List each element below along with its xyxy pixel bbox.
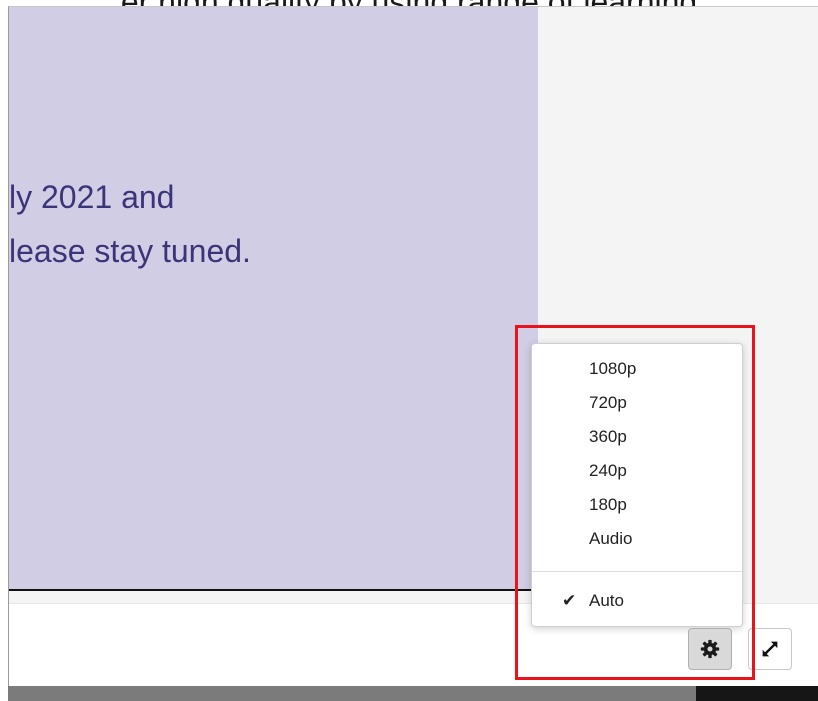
quality-option-720p[interactable]: 720p — [532, 388, 742, 418]
gear-icon — [700, 639, 720, 659]
quality-option-1080p[interactable]: 1080p — [532, 354, 742, 384]
quality-option-180p[interactable]: 180p — [532, 490, 742, 520]
expand-arrows-icon — [762, 641, 778, 657]
quality-option-label: Auto — [589, 591, 624, 610]
quality-option-label: Audio — [589, 529, 633, 548]
quality-option-auto[interactable]: ✔ Auto — [532, 586, 742, 616]
quality-option-audio[interactable]: Audio — [532, 524, 742, 554]
settings-button[interactable] — [688, 628, 732, 670]
quality-option-label: 180p — [589, 495, 627, 514]
slide-text-line-2: lease stay tuned. — [9, 233, 251, 269]
menu-divider — [532, 571, 742, 572]
quality-option-label: 720p — [589, 393, 627, 412]
bottom-strip-dark — [696, 686, 818, 701]
quality-option-240p[interactable]: 240p — [532, 456, 742, 486]
fullscreen-button[interactable] — [748, 628, 792, 670]
quality-option-label: 1080p — [589, 359, 637, 378]
bottom-strip — [8, 686, 818, 701]
quality-option-label: 240p — [589, 461, 627, 480]
video-frame[interactable]: ly 2021 and lease stay tuned. — [9, 7, 538, 591]
slide-text-line-1: ly 2021 and — [9, 179, 175, 215]
quality-menu: 1080p 720p 360p 240p 180p Audio ✔ Auto — [531, 343, 743, 627]
quality-option-label: 360p — [589, 427, 627, 446]
checkmark-icon: ✔ — [562, 591, 577, 610]
quality-option-360p[interactable]: 360p — [532, 422, 742, 452]
